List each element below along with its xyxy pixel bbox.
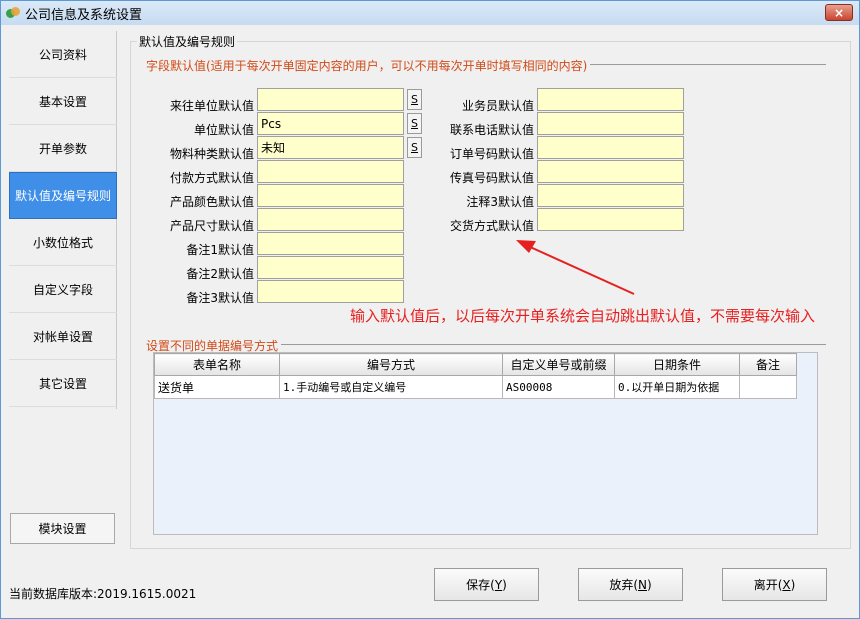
default-comment3-input[interactable] <box>537 184 684 207</box>
close-button[interactable]: × <box>825 4 853 21</box>
sidebar-item-defaults-numbering[interactable]: 默认值及编号规则 <box>9 172 117 219</box>
default-unit-input[interactable]: Pcs <box>257 112 404 135</box>
table-cell[interactable] <box>739 375 797 399</box>
field-label: 注释3默认值 <box>466 195 534 209</box>
table-cell[interactable]: 送货单 <box>154 375 280 399</box>
leave-button-end: ) <box>790 577 796 592</box>
default-note1-input[interactable] <box>257 232 404 255</box>
column-header[interactable]: 备注 <box>739 353 797 376</box>
discard-hotkey: N <box>638 577 647 592</box>
default-delivery-input[interactable] <box>537 208 684 231</box>
field-label: 来往单位默认值 <box>169 99 254 113</box>
default-color-input[interactable] <box>257 184 404 207</box>
default-note2-input[interactable] <box>257 256 404 279</box>
annotation-arrow-icon <box>516 240 635 295</box>
field-label: 产品颜色默认值 <box>169 195 254 209</box>
db-version-text: 当前数据库版本:2019.1615.0021 <box>9 587 197 601</box>
column-header[interactable]: 日期条件 <box>614 353 740 376</box>
leave-button-label: 离开( <box>753 578 783 592</box>
app-icon <box>6 6 20 20</box>
defaults-group-legend: 字段默认值(适用于每次开单固定内容的用户，可以不用每次开单时填写相同的内容) <box>146 57 591 74</box>
panel-title: 默认值及编号规则 <box>137 33 238 50</box>
leave-hotkey: X <box>782 577 791 592</box>
sidebar-item-decimal-format[interactable]: 小数位格式 <box>9 219 117 266</box>
default-material-type-input[interactable]: 未知 <box>257 136 404 159</box>
column-header[interactable]: 编号方式 <box>279 353 503 376</box>
table-cell[interactable]: 0.以开单日期为依据 <box>614 375 740 399</box>
title-bar: 公司信息及系统设置 × <box>1 1 859 25</box>
leave-button[interactable]: 离开(X) <box>722 568 827 601</box>
numbering-grid: 表单名称 编号方式 自定义单号或前缀 日期条件 备注 送货单 1.手动编号或自定… <box>154 353 797 399</box>
default-customer-input[interactable] <box>257 88 404 111</box>
table-cell[interactable]: 1.手动编号或自定义编号 <box>279 375 503 399</box>
annotation-text: 输入默认值后，以后每次开单系统会自动跳出默认值，不需要每次输入 <box>350 307 816 325</box>
field-label: 备注1默认值 <box>186 243 254 257</box>
settings-window: 公司信息及系统设置 × 公司资料 基本设置 开单参数 默认值及编号规则 小数位格… <box>0 0 860 619</box>
select-unit-button[interactable]: S <box>407 113 422 134</box>
table-header-row: 表单名称 编号方式 自定义单号或前缀 日期条件 备注 <box>154 353 797 376</box>
default-order-number-input[interactable] <box>537 136 684 159</box>
module-settings-button[interactable]: 模块设置 <box>10 513 115 544</box>
sidebar-item-custom-fields[interactable]: 自定义字段 <box>9 266 117 313</box>
window-title: 公司信息及系统设置 <box>25 7 143 23</box>
select-material-type-button[interactable]: S <box>407 137 422 158</box>
default-phone-input[interactable] <box>537 112 684 135</box>
default-note3-input[interactable] <box>257 280 404 303</box>
sidebar: 公司资料 基本设置 开单参数 默认值及编号规则 小数位格式 自定义字段 对帐单设… <box>9 31 117 409</box>
default-salesperson-input[interactable] <box>537 88 684 111</box>
default-payment-input[interactable] <box>257 160 404 183</box>
field-label: 业务员默认值 <box>461 99 534 113</box>
default-fax-input[interactable] <box>537 160 684 183</box>
column-header[interactable]: 自定义单号或前缀 <box>502 353 615 376</box>
sidebar-item-basic[interactable]: 基本设置 <box>9 78 117 125</box>
field-label: 备注2默认值 <box>186 267 254 281</box>
column-header[interactable]: 表单名称 <box>154 353 280 376</box>
sidebar-item-company[interactable]: 公司资料 <box>9 31 117 78</box>
sidebar-item-billing-params[interactable]: 开单参数 <box>9 125 117 172</box>
discard-button[interactable]: 放弃(N) <box>578 568 683 601</box>
field-label: 传真号码默认值 <box>449 171 534 185</box>
table-cell[interactable]: AS00008 <box>502 375 615 399</box>
field-label: 订单号码默认值 <box>449 147 534 161</box>
save-hotkey: Y <box>494 577 503 592</box>
default-size-input[interactable] <box>257 208 404 231</box>
sidebar-item-statement[interactable]: 对帐单设置 <box>9 313 117 360</box>
numbering-table: 表单名称 编号方式 自定义单号或前缀 日期条件 备注 送货单 1.手动编号或自定… <box>153 352 818 535</box>
discard-button-end: ) <box>646 577 652 592</box>
field-label: 备注3默认值 <box>186 291 254 305</box>
field-label: 产品尺寸默认值 <box>169 219 254 233</box>
sidebar-item-other[interactable]: 其它设置 <box>9 360 117 407</box>
field-label: 付款方式默认值 <box>169 171 254 185</box>
save-button[interactable]: 保存(Y) <box>434 568 539 601</box>
select-customer-button[interactable]: S <box>407 89 422 110</box>
discard-button-label: 放弃( <box>609 578 638 592</box>
field-label: 联系电话默认值 <box>449 123 534 137</box>
field-label: 物料种类默认值 <box>169 147 254 161</box>
save-button-end: ) <box>502 577 507 592</box>
field-label: 单位默认值 <box>193 123 254 137</box>
table-row[interactable]: 送货单 1.手动编号或自定义编号 AS00008 0.以开单日期为依据 <box>154 375 797 399</box>
save-button-label: 保存( <box>466 578 495 592</box>
